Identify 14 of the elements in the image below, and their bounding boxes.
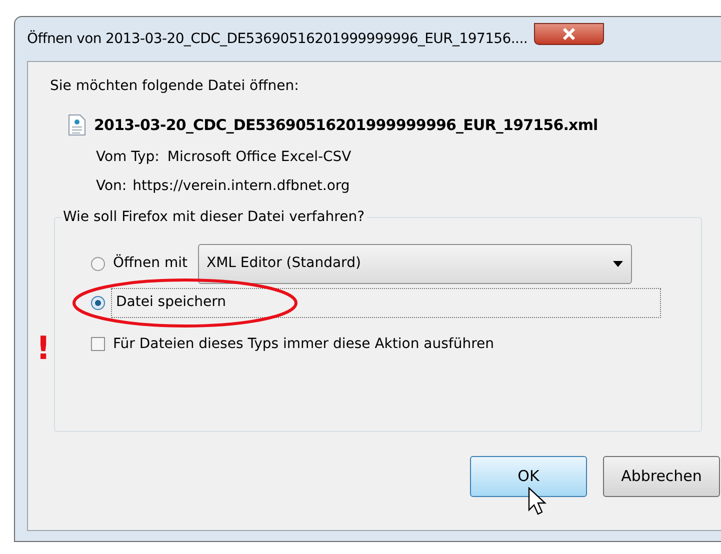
type-value: Microsoft Office Excel-CSV	[167, 148, 352, 166]
exclamation-mark: !	[36, 332, 51, 364]
from-value: https://verein.intern.dfbnet.org	[132, 176, 350, 196]
from-label: Von:	[96, 176, 127, 196]
radio-label[interactable]: Öffnen mit	[113, 253, 188, 274]
intro-text: Sie möchten folgende Datei öffnen:	[50, 77, 300, 96]
file-name: 2013-03-20_CDC_DE53690516201999999996_EUR_197156.xml	[94, 115, 598, 136]
dialog-button[interactable]: OK	[470, 456, 587, 496]
radio-label[interactable]: Datei speichern	[111, 288, 661, 318]
dialog-button[interactable]: Abbrechen	[603, 456, 720, 496]
application-dropdown[interactable]: XML Editor (Standard)	[198, 244, 632, 284]
window-title: Öffnen von 2013-03-20_CDC_DE53690516201999999996_EUR_197156....	[27, 29, 528, 48]
type-label: Vom Typ:	[96, 148, 160, 166]
checkbox-label[interactable]: Für Dateien dieses Typs immer diese Aktion ausführen	[113, 334, 494, 354]
